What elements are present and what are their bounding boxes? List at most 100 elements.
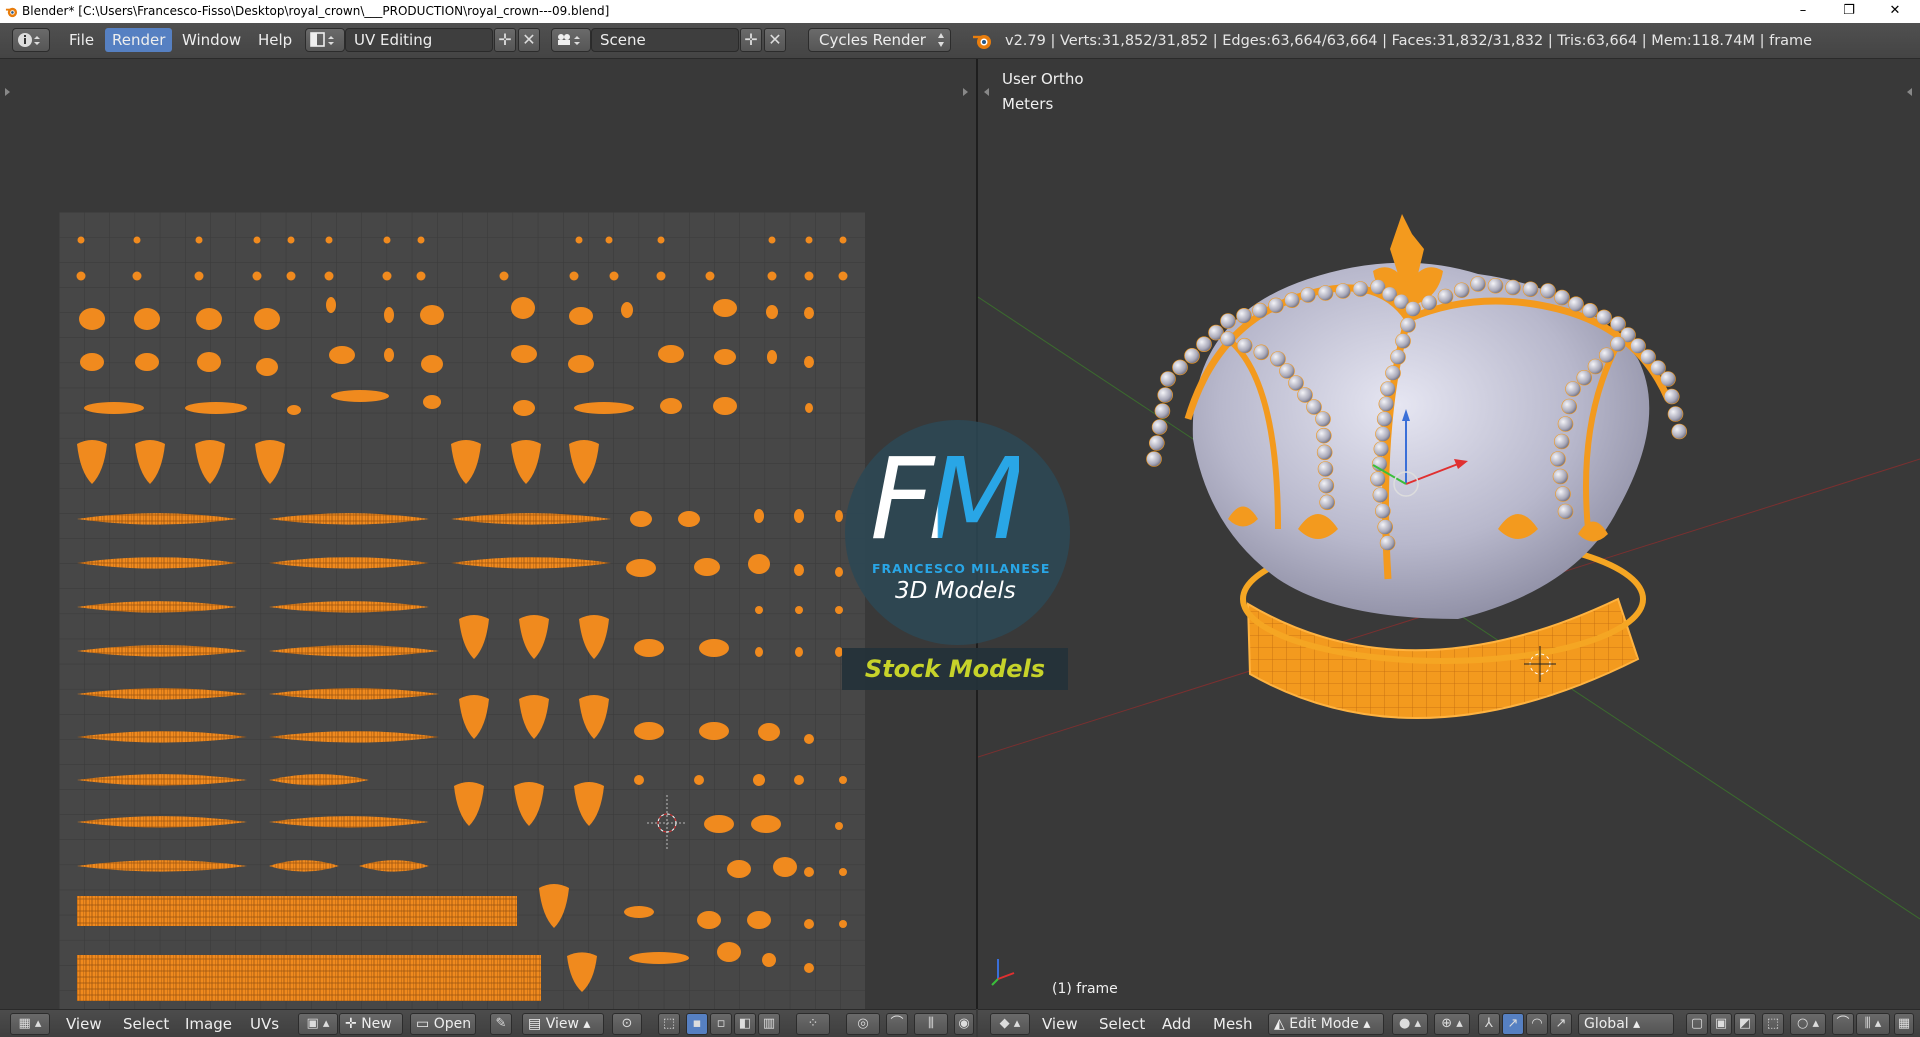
uv-island[interactable] [634, 722, 664, 740]
uv-island[interactable] [77, 896, 517, 926]
uv-island[interactable] [76, 271, 86, 281]
uv-island[interactable] [196, 308, 222, 330]
view-mode-dropdown[interactable]: ▤ View ▴ [522, 1013, 604, 1035]
manipulator-toggle-icon[interactable]: ⅄ [1478, 1013, 1500, 1035]
uv-island[interactable] [839, 776, 847, 784]
uv-island[interactable] [767, 271, 777, 281]
uv-island[interactable] [767, 350, 777, 364]
pin-icon[interactable]: ✎ [490, 1013, 512, 1035]
sticky-select-icon[interactable]: ⁘ [796, 1013, 830, 1035]
uv-island[interactable] [658, 345, 684, 363]
uv-island[interactable] [254, 308, 280, 330]
menu-help[interactable]: Help [251, 28, 299, 52]
uv-island[interactable] [325, 236, 333, 244]
uv-island[interactable] [197, 352, 221, 372]
snap-element-icon[interactable]: ⫼ ▴ [1856, 1013, 1890, 1035]
proportional-editing-icon[interactable]: ○ ▴ [1790, 1013, 1826, 1035]
edge-select-icon[interactable]: ▫ [710, 1013, 732, 1035]
uv-island[interactable] [839, 868, 847, 876]
uv-island[interactable] [755, 606, 763, 614]
snap-toggle-icon[interactable]: ⌒ [1832, 1013, 1854, 1035]
translate-manipulator-icon[interactable]: ↗ [1502, 1013, 1524, 1035]
uv-island[interactable] [324, 271, 334, 281]
uv-island[interactable] [575, 236, 583, 244]
uv-island[interactable] [713, 299, 737, 317]
uv-island[interactable] [134, 308, 160, 330]
render-slot-icon[interactable]: ◉ [954, 1013, 974, 1035]
uv-island[interactable] [253, 236, 261, 244]
uv-island[interactable] [805, 236, 813, 244]
uv-menu-image[interactable]: Image [185, 1015, 232, 1033]
proportional-edit-icon[interactable]: ◎ [846, 1013, 880, 1035]
scene-browse-button[interactable] [551, 28, 591, 52]
uv-island[interactable] [768, 236, 776, 244]
3d-menu-select[interactable]: Select [1099, 1015, 1145, 1033]
uv-island[interactable] [382, 271, 392, 281]
uv-island[interactable] [694, 775, 704, 785]
sync-selection-icon[interactable]: ⬚ [658, 1013, 680, 1035]
uv-island[interactable] [629, 952, 689, 964]
editor-type-info-button[interactable] [12, 28, 50, 52]
island-select-icon[interactable]: ▥ [758, 1013, 780, 1035]
uv-island[interactable] [751, 815, 781, 833]
uv-island[interactable] [286, 271, 296, 281]
uv-island[interactable] [624, 906, 654, 918]
uv-island[interactable] [634, 775, 644, 785]
uv-island[interactable] [621, 302, 633, 318]
uv-island[interactable] [758, 723, 780, 741]
uv-island[interactable] [79, 308, 105, 330]
3d-menu-view[interactable]: View [1042, 1015, 1078, 1033]
uv-island[interactable] [417, 236, 425, 244]
uv-island[interactable] [331, 390, 389, 402]
uv-island[interactable] [84, 402, 144, 414]
uv-island[interactable] [252, 271, 262, 281]
uv-island[interactable] [766, 305, 778, 319]
uv-island[interactable] [839, 236, 847, 244]
uv-island[interactable] [694, 558, 720, 576]
uv-island[interactable] [804, 963, 814, 973]
uv-island[interactable] [569, 271, 579, 281]
uv-island[interactable] [656, 271, 666, 281]
uv-island[interactable] [329, 346, 355, 364]
uv-island[interactable] [795, 606, 803, 614]
scene-field[interactable]: Scene [591, 28, 739, 52]
limit-selection-icon[interactable]: ⬚ [1762, 1013, 1784, 1035]
add-screen-button[interactable]: ✛ [494, 28, 516, 52]
delete-screen-button[interactable]: ✕ [518, 28, 540, 52]
uv-island[interactable] [835, 606, 843, 614]
uv-island[interactable] [835, 822, 843, 830]
editor-type-3d-button[interactable]: ◆ ▴ [990, 1013, 1030, 1035]
uv-island[interactable] [747, 911, 771, 929]
viewport-shading-icon[interactable]: ● ▴ [1392, 1013, 1428, 1035]
face-select-icon[interactable]: ◧ [734, 1013, 756, 1035]
vertex-select-icon[interactable]: ▪ [686, 1013, 708, 1035]
uv-island[interactable] [795, 647, 803, 657]
new-image-button[interactable]: ✛ New [339, 1013, 403, 1035]
uv-grid[interactable] [59, 212, 865, 1016]
uv-island[interactable] [705, 271, 715, 281]
uv-island[interactable] [678, 511, 700, 527]
uv-island[interactable] [727, 860, 751, 878]
uv-island[interactable] [714, 349, 736, 365]
transform-orientation-dropdown[interactable]: Global ▴ [1578, 1013, 1674, 1035]
uv-island[interactable] [748, 554, 770, 574]
minimize-button[interactable]: – [1780, 0, 1826, 23]
scale-manipulator-icon[interactable]: ↗ [1550, 1013, 1572, 1035]
uv-island[interactable] [133, 236, 141, 244]
uv-island[interactable] [194, 271, 204, 281]
uv-island[interactable] [717, 942, 741, 962]
screen-layout-browse-button[interactable] [305, 28, 345, 52]
delete-scene-button[interactable]: ✕ [764, 28, 786, 52]
uv-island[interactable] [697, 911, 721, 929]
uv-island[interactable] [839, 920, 847, 928]
rotate-manipulator-icon[interactable]: ◠ [1526, 1013, 1548, 1035]
opengl-render-icon[interactable]: ▦ [1894, 1013, 1914, 1035]
uv-island[interactable] [383, 236, 391, 244]
snap-target-icon[interactable]: ⫼ [914, 1013, 948, 1035]
uv-island[interactable] [762, 953, 776, 967]
uv-island[interactable] [609, 271, 619, 281]
edge-select-mode-icon[interactable]: ▣ [1710, 1013, 1732, 1035]
uv-island[interactable] [835, 510, 843, 522]
uv-island[interactable] [660, 398, 682, 414]
face-select-mode-icon[interactable]: ◩ [1734, 1013, 1756, 1035]
